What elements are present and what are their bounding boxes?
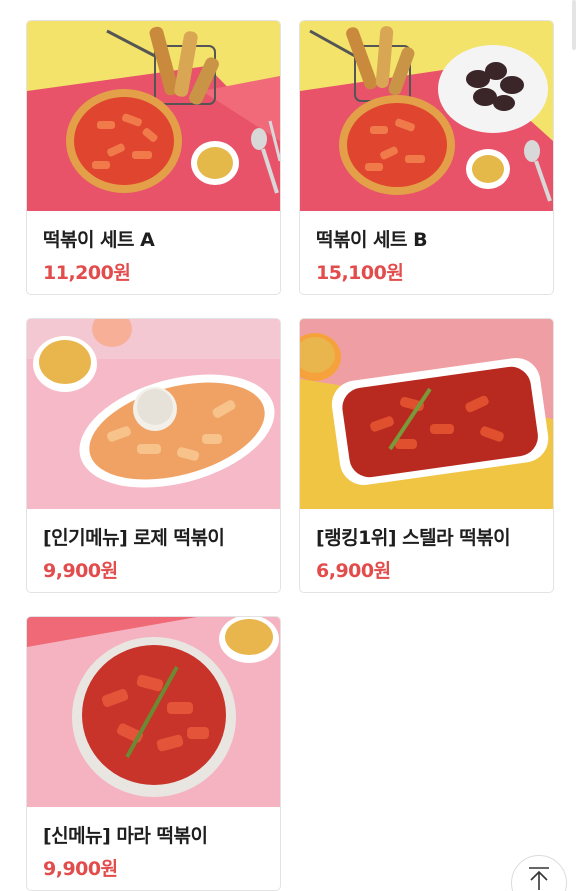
menu-card-rose[interactable]: [인기메뉴] 로제 떡볶이 9,900원: [26, 318, 281, 593]
menu-item-price: 9,900원: [43, 560, 118, 582]
menu-item-name: 떡볶이 세트 A: [43, 229, 155, 251]
arrow-up-to-line-icon: [529, 867, 549, 890]
rose-tteokbokki-photo: [27, 319, 280, 509]
mala-tteokbokki-photo: [27, 617, 280, 807]
menu-item-price: 9,900원: [43, 858, 118, 880]
menu-card-set-b[interactable]: 떡볶이 세트 B 15,100원: [299, 20, 554, 295]
menu-item-name: [랭킹1위] 스텔라 떡볶이: [316, 527, 511, 549]
menu-item-name: 떡볶이 세트 B: [316, 229, 428, 251]
menu-card-stella[interactable]: [랭킹1위] 스텔라 떡볶이 6,900원: [299, 318, 554, 593]
menu-item-price: 11,200원: [43, 262, 131, 284]
menu-item-name: [신메뉴] 마라 떡볶이: [43, 825, 208, 847]
scrollbar[interactable]: [572, 0, 576, 50]
menu-item-price: 6,900원: [316, 560, 391, 582]
menu-card-set-a[interactable]: 떡볶이 세트 A 11,200원: [26, 20, 281, 295]
menu-card-mala[interactable]: [신메뉴] 마라 떡볶이 9,900원: [26, 616, 281, 891]
tteokbokki-set-a-photo: [27, 21, 280, 211]
menu-item-name: [인기메뉴] 로제 떡볶이: [43, 527, 225, 549]
tteokbokki-set-b-photo: [300, 21, 553, 211]
menu-item-price: 15,100원: [316, 262, 404, 284]
menu-grid: 떡볶이 세트 A 11,200원 떡볶이 세트 B 15,100원 [인기메뉴]…: [26, 20, 554, 891]
menu-page: 떡볶이 세트 A 11,200원 떡볶이 세트 B 15,100원 [인기메뉴]…: [0, 0, 580, 891]
stella-tteokbokki-photo: [300, 319, 553, 509]
